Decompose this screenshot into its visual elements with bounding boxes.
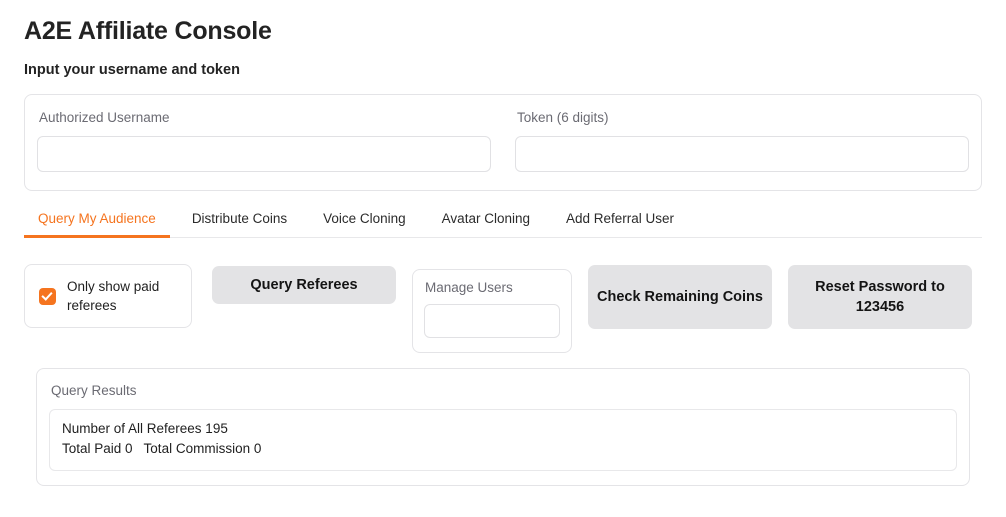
tab-query-my-audience[interactable]: Query My Audience — [24, 210, 170, 238]
token-field-group: Token (6 digits) — [515, 109, 969, 172]
manage-users-group: Manage Users — [412, 269, 572, 353]
only-show-paid-referees-checkbox[interactable]: Only show paid referees — [24, 264, 192, 328]
token-label: Token (6 digits) — [517, 110, 609, 125]
authorized-username-input[interactable] — [37, 136, 491, 172]
manage-users-label: Manage Users — [425, 280, 513, 295]
tab-add-referral-user[interactable]: Add Referral User — [566, 210, 674, 237]
controls-row: Only show paid referees Query Referees M… — [24, 264, 982, 356]
affiliate-console-page: A2E Affiliate Console Input your usernam… — [0, 0, 1006, 517]
reset-password-button[interactable]: Reset Password to 123456 — [788, 265, 972, 329]
token-input[interactable] — [515, 136, 969, 172]
credentials-panel: Authorized Username Token (6 digits) — [24, 94, 982, 191]
results-line-referee-count: Number of All Referees 195 — [62, 421, 228, 436]
only-show-paid-referees-label: Only show paid referees — [67, 279, 160, 313]
results-line-totals: Total Paid 0 Total Commission 0 — [62, 441, 262, 456]
query-results-label: Query Results — [51, 383, 137, 398]
query-referees-button[interactable]: Query Referees — [212, 266, 396, 304]
tab-distribute-coins[interactable]: Distribute Coins — [192, 210, 287, 237]
page-title: A2E Affiliate Console — [24, 17, 272, 45]
username-field-group: Authorized Username — [37, 109, 491, 172]
manage-users-input[interactable] — [424, 304, 560, 338]
check-remaining-coins-button[interactable]: Check Remaining Coins — [588, 265, 772, 329]
username-label: Authorized Username — [39, 110, 170, 125]
query-results-output: Number of All Referees 195 Total Paid 0 … — [49, 409, 957, 471]
query-results-panel: Query Results Number of All Referees 195… — [36, 368, 970, 486]
tab-avatar-cloning[interactable]: Avatar Cloning — [442, 210, 530, 237]
tab-bar: Query My Audience Distribute Coins Voice… — [24, 207, 982, 238]
tab-voice-cloning[interactable]: Voice Cloning — [323, 210, 406, 237]
page-subtitle: Input your username and token — [24, 62, 240, 78]
checkmark-icon — [39, 287, 56, 305]
